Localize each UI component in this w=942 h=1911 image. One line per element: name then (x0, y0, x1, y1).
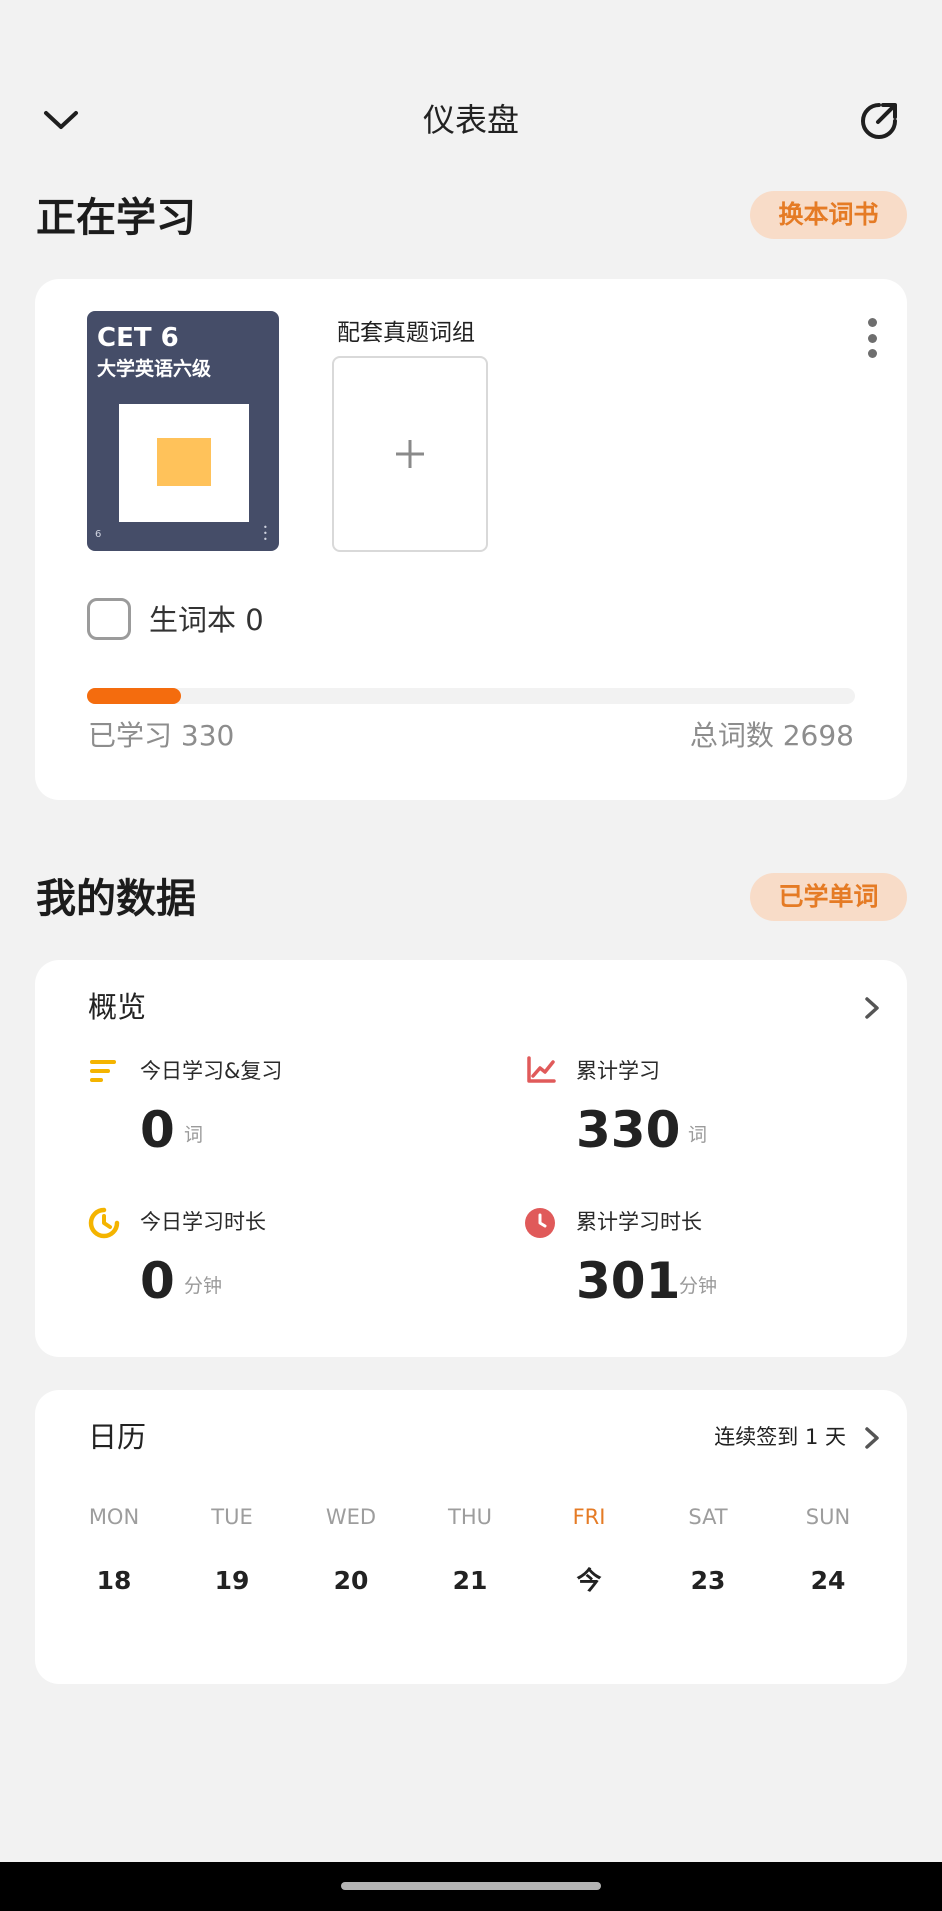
progress-fill (87, 688, 181, 704)
vocab-book-label: 生词本 0 (149, 603, 264, 637)
page-title: 仪表盘 (422, 101, 519, 139)
book-cover[interactable]: CET 6 大学英语六级 6 • • • (87, 311, 279, 551)
day-number-tue[interactable]: 19 (182, 1565, 282, 1597)
vocab-book-checkbox[interactable] (87, 598, 131, 640)
total-duration-label: 累计学习时长 (576, 1210, 702, 1234)
today-duration-label: 今日学习时长 (140, 1210, 266, 1234)
total-word-count: 总词数 2698 (689, 719, 854, 752)
matching-group-label: 配套真题词组 (337, 320, 475, 346)
total-duration-value: 301 (576, 1252, 681, 1310)
total-study-value: 330 (576, 1101, 681, 1159)
day-number-sat[interactable]: 23 (658, 1565, 758, 1597)
cover-number: 6 (95, 529, 102, 540)
day-number-mon[interactable]: 18 (64, 1565, 164, 1597)
share-icon (861, 103, 897, 139)
learned-count: 已学习 330 (88, 719, 235, 752)
today-duration-value: 0 (140, 1252, 175, 1310)
today-study-value: 0 (140, 1101, 175, 1159)
trend-chart-icon (527, 1056, 556, 1083)
studying-section-title: 正在学习 (36, 195, 196, 241)
overview-chevron-icon[interactable] (860, 993, 884, 1023)
clock-icon (525, 1208, 555, 1238)
my-data-section-title: 我的数据 (36, 876, 196, 922)
day-name-wed: WED (325, 1505, 377, 1529)
day-name-fri: FRI (572, 1505, 606, 1529)
timer-ring-icon (88, 1207, 120, 1239)
calendar-title: 日历 (88, 1420, 147, 1454)
total-study-label: 累计学习 (576, 1059, 660, 1083)
day-number-thu[interactable]: 21 (420, 1565, 520, 1597)
today-duration-unit: 分钟 (184, 1275, 223, 1297)
today-study-label: 今日学习&复习 (140, 1059, 283, 1083)
day-name-sun: SUN (805, 1505, 851, 1529)
cover-dots-icon: • • • (263, 523, 268, 544)
day-name-sat: SAT (688, 1505, 728, 1529)
learning-progress-bar (87, 688, 855, 704)
day-number-today[interactable]: 今 (539, 1565, 639, 1597)
day-name-mon: MON (88, 1505, 140, 1529)
learned-words-button[interactable]: 已学单词 (750, 873, 907, 921)
day-name-tue: TUE (211, 1505, 253, 1529)
overview-title: 概览 (88, 990, 147, 1024)
home-indicator[interactable] (341, 1882, 601, 1890)
calendar-chevron-icon[interactable] (860, 1423, 884, 1453)
share-button[interactable] (856, 98, 902, 144)
plus-icon (396, 440, 424, 468)
bars-icon (90, 1060, 116, 1082)
more-options-icon[interactable] (860, 318, 884, 358)
cover-square (157, 438, 211, 486)
cover-subtitle: 大学英语六级 (97, 358, 212, 380)
today-study-unit: 词 (184, 1124, 204, 1146)
cover-illustration (119, 404, 249, 522)
day-name-thu: THU (448, 1505, 492, 1529)
cover-title: CET 6 (97, 323, 179, 353)
add-group-button[interactable] (332, 356, 488, 552)
total-study-unit: 词 (688, 1124, 708, 1146)
total-duration-unit: 分钟 (679, 1275, 718, 1297)
day-number-wed[interactable]: 20 (301, 1565, 401, 1597)
change-book-button[interactable]: 换本词书 (750, 191, 907, 239)
day-number-sun[interactable]: 24 (778, 1565, 878, 1597)
checkin-streak[interactable]: 连续签到 1 天 (640, 1423, 846, 1451)
